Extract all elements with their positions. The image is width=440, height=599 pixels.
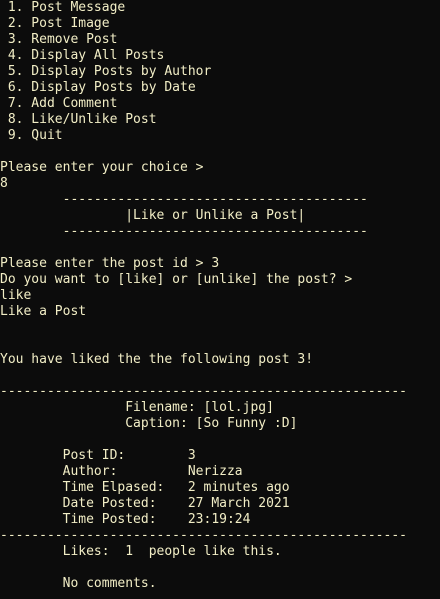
post-caption: Caption: [So Funny :D]: [0, 416, 298, 431]
post-id-row: Post ID: 3: [0, 448, 196, 463]
like-unlike-input: like: [0, 288, 32, 303]
liked-confirmation: You have liked the the following post 3!: [0, 352, 314, 367]
choice-prompt: Please enter your choice >: [0, 160, 204, 175]
menu-option-display-by-date: 6. Display Posts by Date: [0, 80, 196, 95]
choice-input: 8: [0, 176, 8, 191]
like-unlike-prompt: Do you want to [like] or [unlike] the po…: [0, 272, 353, 287]
post-filename: Filename: [lol.jpg]: [0, 400, 274, 415]
menu-option-remove-post: 3. Remove Post: [0, 32, 118, 47]
post-time-row: Time Posted: 23:19:24: [0, 512, 251, 527]
header-divider-bottom: ---------------------------------------: [0, 224, 368, 239]
menu-option-display-all-posts: 4. Display All Posts: [0, 48, 165, 63]
menu-option-post-image: 2. Post Image: [0, 16, 110, 31]
section-heading: |Like or Unlike a Post|: [0, 208, 306, 223]
comments-row: No comments.: [0, 576, 157, 591]
post-author-row: Author: Nerizza: [0, 464, 243, 479]
menu-option-post-message: 1. Post Message: [0, 0, 126, 15]
post-divider-top: ----------------------------------------…: [0, 384, 407, 399]
post-id-prompt: Please enter the post id > 3: [0, 256, 220, 271]
menu-option-quit: 9. Quit: [0, 128, 63, 143]
menu-option-add-comment: 7. Add Comment: [0, 96, 118, 111]
console-window[interactable]: 1. Post Message 2. Post Image 3. Remove …: [0, 0, 440, 599]
post-time-elapsed-row: Time Elpased: 2 minutes ago: [0, 480, 290, 495]
menu-option-display-by-author: 5. Display Posts by Author: [0, 64, 212, 79]
header-divider-top: ---------------------------------------: [0, 192, 368, 207]
post-divider-bottom: ----------------------------------------…: [0, 528, 407, 543]
menu-option-like-unlike: 8. Like/Unlike Post: [0, 112, 157, 127]
action-title: Like a Post: [0, 304, 87, 319]
post-date-row: Date Posted: 27 March 2021: [0, 496, 290, 511]
likes-row: Likes: 1 people like this.: [0, 544, 282, 559]
